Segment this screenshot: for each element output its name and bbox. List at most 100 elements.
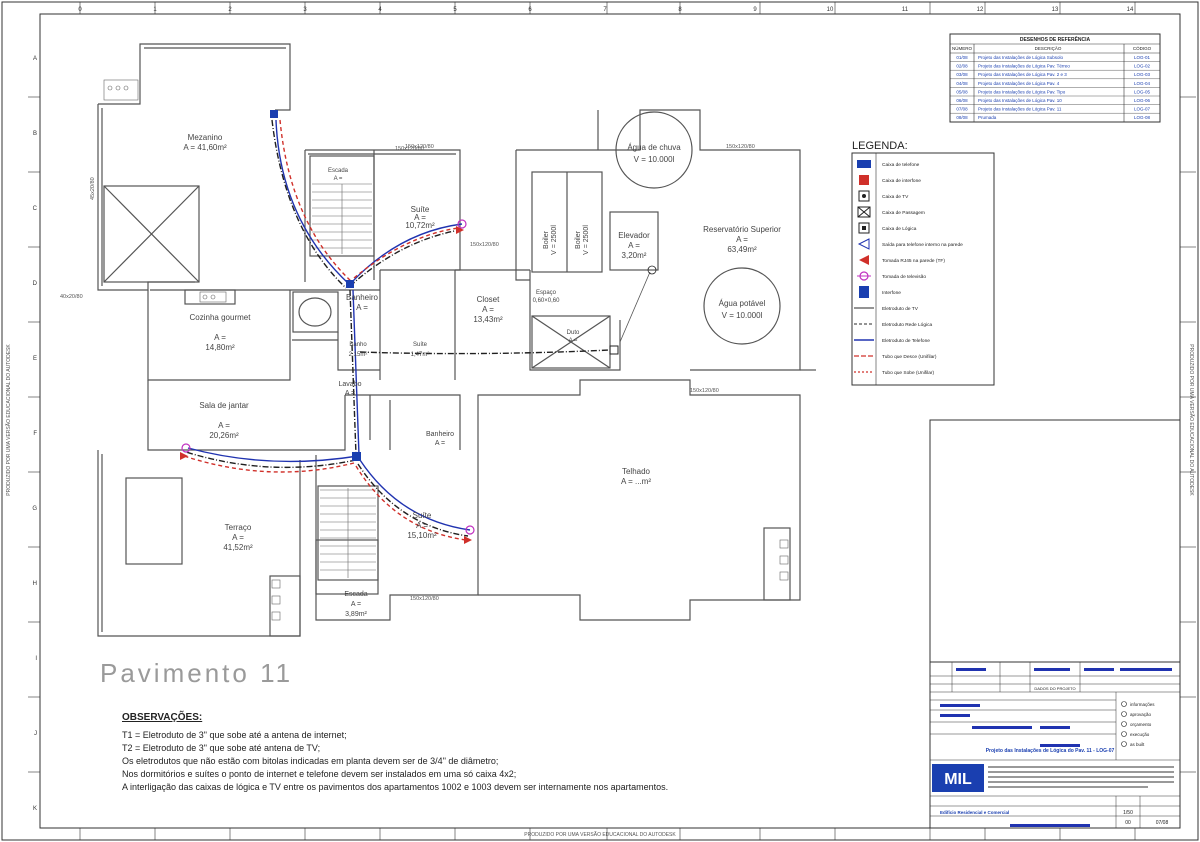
row-label: D xyxy=(33,281,38,287)
room-terraco-name: Terraço xyxy=(225,523,252,532)
room-lavabo-area: A = xyxy=(345,390,355,397)
carimbo-revision: 00 xyxy=(1125,820,1131,826)
room-escada-bottom-area: A = xyxy=(351,601,361,608)
dim-tag-4: 45x20/80 xyxy=(90,177,96,200)
legend-item-label: Caixa de Passagem xyxy=(882,210,925,216)
room-escada-bottom-value: 3,89m² xyxy=(345,611,367,618)
ref-row-number: 08/08 xyxy=(956,115,968,120)
dim-tag-6: 150x120/80 xyxy=(395,146,424,152)
ref-header-desc: DESCRIÇÃO xyxy=(1035,45,1062,51)
column-label: 14 xyxy=(1127,7,1134,13)
column-label: 13 xyxy=(1052,7,1059,13)
bottom-side-note: PRODUZIDO POR UMA VERSÃO EDUCACIONAL DO … xyxy=(524,831,676,838)
carimbo-scale: 1/50 xyxy=(1123,810,1133,816)
room-suite2-value: 15,10m² xyxy=(407,531,437,540)
row-label: F xyxy=(33,431,37,437)
room-suite-small-name: Suíte xyxy=(413,342,428,348)
room-duto-area: A = xyxy=(569,338,578,344)
room-agua-potavel-volume: V = 10.000l xyxy=(722,311,763,320)
room-banheiro1-name: Banheiro xyxy=(346,293,379,302)
observacao-line: Nos dormitórios e suítes o ponto de inte… xyxy=(122,769,516,779)
observacao-line: T2 = Eletroduto de 3" que sobe até anten… xyxy=(122,743,320,753)
ref-row-number: 03/08 xyxy=(956,72,968,77)
room-reservatorio-area: A = xyxy=(736,235,748,244)
ref-row-description: Projeto das Instalações de Lógica Pav. 4 xyxy=(978,81,1060,86)
row-label: C xyxy=(33,206,38,212)
ref-header-code: CÓDIGO xyxy=(1133,45,1152,51)
room-telhado-area: A = ...m² xyxy=(621,477,651,486)
room-closet-value: 13,43m² xyxy=(473,315,503,324)
legend-item-label: Tubo que Sobe (Unifilar) xyxy=(882,370,934,376)
carimbo-table-header: DADOS DO PROJETO xyxy=(1034,686,1075,691)
ref-row-code: LOG-05 xyxy=(1134,89,1151,94)
legend: LEGENDA: Caixa de telefone Caixa de inter… xyxy=(851,140,995,386)
observacao-line: Os eletrodutos que não estão com bitolas… xyxy=(122,756,498,766)
legend-item-label: Tubo que Desce (Unifilar) xyxy=(882,354,937,360)
ref-row-code: LOG-01 xyxy=(1134,55,1151,60)
observacoes-title: OBSERVAÇÕES: xyxy=(122,710,202,723)
room-sala-value: 20,26m² xyxy=(209,431,239,440)
carimbo-sheet-number: 07/08 xyxy=(1156,820,1169,826)
room-banheiro1-area: A = xyxy=(356,303,368,312)
room-duto-name: Duto xyxy=(567,330,580,336)
ref-row-code: LOG-02 xyxy=(1134,64,1151,69)
room-banheiro2-name: Banheiro xyxy=(426,431,454,438)
legend-item-label: Caixa de interfone xyxy=(882,178,921,184)
legend-item-label: Saída para telefone interno na parede xyxy=(882,242,963,248)
room-elevador-area: A = xyxy=(628,241,640,250)
dim-tag-2: 150x120/80 xyxy=(470,242,499,248)
checklist-label: aprovação xyxy=(1130,712,1152,717)
legend-item-label: Tomada de televisão xyxy=(882,274,926,280)
room-boiler1-vol: V = 2500l xyxy=(551,225,558,255)
row-label: A xyxy=(33,56,37,62)
legend-item-label: Eletroduto Rede Lógica xyxy=(882,322,932,328)
room-cozinha-name: Cozinha gourmet xyxy=(190,313,252,322)
room-elevador-value: 3,20m² xyxy=(622,251,647,260)
legend-item-label: Caixa de Lógica xyxy=(882,226,917,232)
room-sala-name: Sala de jantar xyxy=(199,401,249,410)
room-escada-bottom-name: Escada xyxy=(344,591,367,598)
reference-drawings-table: DESENHOS DE REFERÊNCIA NÚMERO DESCRIÇÃO … xyxy=(949,33,1161,123)
room-reservatorio-value: 63,49m² xyxy=(727,245,757,254)
checklist-label: informações xyxy=(1130,702,1155,707)
floor-plan-sheet: 0 1 2 3 4 5 6 7 8 9 10 11 12 13 14 ABCDEFGHIJK PRODUZI… xyxy=(1,1,1199,841)
room-lavabo-name: Lavabo xyxy=(339,381,362,388)
ref-row-code: LOG-08 xyxy=(1134,115,1151,120)
legend-item-label: Interfone xyxy=(882,290,901,296)
legend-item-label: Tomada RJ45 na parede (TF) xyxy=(882,258,945,264)
ref-row-description: Prumada xyxy=(978,115,997,120)
sheet-title: Pavimento 11 xyxy=(100,658,293,688)
dim-tag-0: 40x20/80 xyxy=(60,294,83,300)
ref-row-number: 02/08 xyxy=(956,64,968,69)
row-label: G xyxy=(32,506,37,512)
room-sala-area: A = xyxy=(218,421,230,430)
observacao-line: T1 = Eletroduto de 3" que sobe até a ant… xyxy=(122,730,347,740)
carimbo-obra: Edifício Residencial e Comercial xyxy=(940,810,1009,815)
room-banho-value: 2,15m² xyxy=(349,352,368,358)
row-label: B xyxy=(33,131,37,137)
room-suite-small-value: 1,47m² xyxy=(411,352,430,358)
observacao-line: A interligação das caixas de lógica e TV… xyxy=(122,782,668,792)
legend-item-label: Eletroduto de TV xyxy=(882,306,919,312)
room-closet-area: A = xyxy=(482,305,494,314)
room-terraco-value: 41,52m² xyxy=(223,543,253,552)
room-espaco-value: 0,60×0,60 xyxy=(533,298,561,304)
intercom-icon xyxy=(859,286,869,298)
room-cozinha-value: 14,80m² xyxy=(205,343,235,352)
ref-row-description: Projeto das Instalações de Lógica Pav. 1… xyxy=(978,107,1062,112)
room-boiler2: Boiler xyxy=(575,230,582,249)
dim-tag-5: 150x120/80 xyxy=(410,596,439,602)
room-banho-name: Banho xyxy=(349,342,367,348)
row-label: J xyxy=(34,731,37,737)
room-escada-top-name: Escada xyxy=(328,168,349,174)
column-label: 10 xyxy=(827,7,834,13)
ref-table-title: DESENHOS DE REFERÊNCIA xyxy=(1020,35,1091,43)
checklist-label: execução xyxy=(1130,732,1150,737)
ref-row-description: Projeto das Instalações de Lógica Pav. 1… xyxy=(978,98,1062,103)
room-agua-chuva-volume: V = 10.000l xyxy=(634,155,675,164)
checklist-label: orçamento xyxy=(1130,722,1152,727)
room-elevador-name: Elevador xyxy=(618,231,650,240)
ref-row-code: LOG-04 xyxy=(1134,81,1151,86)
legend-item-label: Eletroduto de Telefone xyxy=(882,338,930,344)
room-boiler1: Boiler xyxy=(543,230,550,249)
